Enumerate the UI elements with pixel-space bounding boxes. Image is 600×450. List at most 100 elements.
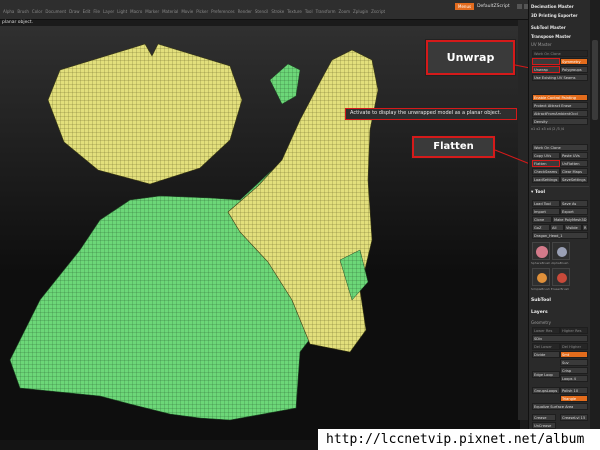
copy-uvs-button[interactable]: Copy UVs xyxy=(532,152,560,159)
higher-res-button[interactable]: Higher Res xyxy=(560,327,588,334)
flatten-button[interactable]: Flatten xyxy=(532,160,560,167)
uv-master-header[interactable]: UV Master xyxy=(531,41,589,48)
default-script-label[interactable]: DefaultZScript xyxy=(477,4,510,9)
load-tool-button[interactable]: Load Tool xyxy=(532,200,560,207)
3d-printing-exporter-item[interactable]: 3D Printing Exporter xyxy=(531,12,589,19)
menu-zplugin[interactable]: Zplugin xyxy=(353,9,368,14)
symmetry-button[interactable]: Symmetry xyxy=(560,58,588,65)
unflatten-button[interactable]: UnFlatten xyxy=(560,160,588,167)
save-settings-button[interactable]: SaveSettings xyxy=(560,176,588,183)
del-lower-button[interactable]: Del Lower xyxy=(532,343,560,350)
make-polymesh-button[interactable]: Make PolyMesh3D xyxy=(552,216,588,223)
export-button[interactable]: Export xyxy=(560,208,588,215)
clear-maps-button[interactable]: Clear Maps xyxy=(560,168,588,175)
attract-from-ao-button[interactable]: AttractFromAmbientOccl xyxy=(532,110,588,117)
transpose-master-item[interactable]: Transpose Master xyxy=(531,33,589,40)
density-d4[interactable]: /4 xyxy=(561,127,564,131)
subtool-master-item[interactable]: SubTool Master xyxy=(531,24,589,31)
tool-thumbnail-sphere[interactable] xyxy=(552,242,570,260)
menu-stencil[interactable]: Stencil xyxy=(255,9,269,14)
menu-preferences[interactable]: Preferences xyxy=(211,9,235,14)
subtool-section-title[interactable]: SubTool xyxy=(531,298,551,303)
menu-picker[interactable]: Picker xyxy=(196,9,208,14)
tool-thumbnail-main[interactable] xyxy=(532,242,550,260)
protect-attract-erase-row[interactable]: Protect Attract Erase xyxy=(532,102,588,109)
tool-thumbnail-eraser[interactable] xyxy=(552,268,570,286)
polygroups-toggle[interactable]: Polygroups xyxy=(560,66,588,73)
goz-all-button[interactable]: All xyxy=(550,224,564,231)
menu-brush[interactable]: Brush xyxy=(17,9,29,14)
symmetry-toggle[interactable] xyxy=(532,58,560,65)
menu-transform[interactable]: Transform xyxy=(316,9,336,14)
del-higher-button[interactable]: Del Higher xyxy=(560,343,588,350)
uv-shell-green-small xyxy=(269,63,301,105)
menu-movie[interactable]: Movie xyxy=(181,9,193,14)
density-values: x1 x2 x3 x4 /2 /3 /4 xyxy=(531,126,589,133)
density-x3[interactable]: x3 xyxy=(542,127,546,131)
menu-draw[interactable]: Draw xyxy=(69,9,79,14)
work-on-clone-button-2[interactable]: Work On Clone xyxy=(532,144,588,151)
groupsloops-button[interactable]: GroupsLoops xyxy=(532,387,560,394)
menu-edit[interactable]: Edit xyxy=(83,9,91,14)
palette-scrollbar[interactable] xyxy=(590,0,600,450)
menu-render[interactable]: Render xyxy=(238,9,252,14)
goz-button[interactable]: GoZ xyxy=(532,224,550,231)
use-existing-seams-toggle[interactable]: Use Existing UV Seams xyxy=(532,74,588,81)
save-as-button[interactable]: Save As xyxy=(560,200,588,207)
loops-slider[interactable]: Loops 4 xyxy=(560,375,588,382)
load-settings-button[interactable]: LoadSettings xyxy=(532,176,560,183)
equalize-surface-button[interactable]: Equalize Surface Area xyxy=(532,403,588,410)
smt-toggle[interactable]: Smt xyxy=(560,351,588,358)
menu-marker[interactable]: Marker xyxy=(145,9,159,14)
crease-button[interactable]: Crease xyxy=(532,414,556,421)
decimation-master-item[interactable]: Decimation Master xyxy=(531,3,589,10)
enable-control-painting-toggle[interactable]: Enable Control Painting xyxy=(532,94,588,101)
crisp-toggle[interactable]: Crisp xyxy=(560,367,588,374)
menu-macro[interactable]: Macro xyxy=(130,9,142,14)
unwrap-button[interactable]: Unwrap xyxy=(532,66,560,73)
menu-zscript[interactable]: Zscript xyxy=(371,9,385,14)
menus-toggle-button[interactable]: Menus xyxy=(455,3,475,10)
divide-button[interactable]: Divide xyxy=(532,351,560,358)
import-button[interactable]: Import xyxy=(532,208,560,215)
density-d2[interactable]: /2 xyxy=(552,127,555,131)
sdiv-slider[interactable]: SDiv xyxy=(532,335,588,342)
geometry-section-title[interactable]: Geometry xyxy=(531,319,589,326)
current-tool-name[interactable]: Dragon_Head_1 xyxy=(532,232,588,239)
tool-section-title[interactable]: ▾ Tool xyxy=(531,190,545,195)
edge-loop-button[interactable]: Edge Loop xyxy=(532,371,560,378)
menu-color[interactable]: Color xyxy=(32,9,42,14)
menu-texture[interactable]: Texture xyxy=(287,9,302,14)
menu-tool[interactable]: Tool xyxy=(305,9,313,14)
uncrease-button[interactable]: UnCrease xyxy=(532,422,556,429)
menu-light[interactable]: Light xyxy=(117,9,127,14)
layers-section-title[interactable]: Layers xyxy=(531,310,548,315)
menu-alpha[interactable]: Alpha xyxy=(3,9,14,14)
minimize-icon[interactable] xyxy=(516,4,522,9)
menu-file[interactable]: File xyxy=(93,9,100,14)
density-row[interactable]: Density xyxy=(532,118,588,125)
checkseams-button[interactable]: CheckSeams xyxy=(532,168,560,175)
crease-level-slider[interactable]: CreaseLvl 15 xyxy=(560,414,588,421)
work-on-clone-button[interactable]: Work On Clone xyxy=(532,50,588,57)
lower-res-button[interactable]: Lower Res xyxy=(532,327,560,334)
tool-thumbnail-simple[interactable] xyxy=(532,268,550,286)
menu-stroke[interactable]: Stroke xyxy=(271,9,284,14)
density-x4[interactable]: x4 xyxy=(547,127,551,131)
suv-toggle[interactable]: Suv xyxy=(560,359,588,366)
polish-slider[interactable]: Polish 10 xyxy=(560,387,588,394)
density-d3[interactable]: /3 xyxy=(556,127,559,131)
menu-document[interactable]: Document xyxy=(45,9,66,14)
density-x1[interactable]: x1 xyxy=(531,127,535,131)
goz-r-button[interactable]: R xyxy=(582,224,588,231)
goz-visible-button[interactable]: Visible xyxy=(564,224,582,231)
menu-zoom[interactable]: Zoom xyxy=(339,9,351,14)
paste-uvs-button[interactable]: Paste UVs xyxy=(560,152,588,159)
density-x2[interactable]: x2 xyxy=(536,127,540,131)
triangle-toggle[interactable]: Triangle xyxy=(560,395,588,402)
menu-layer[interactable]: Layer xyxy=(103,9,114,14)
canvas-viewport[interactable] xyxy=(0,26,520,440)
menu-material[interactable]: Material xyxy=(162,9,178,14)
clone-button[interactable]: Clone xyxy=(532,216,552,223)
scrollbar-thumb[interactable] xyxy=(592,40,598,120)
